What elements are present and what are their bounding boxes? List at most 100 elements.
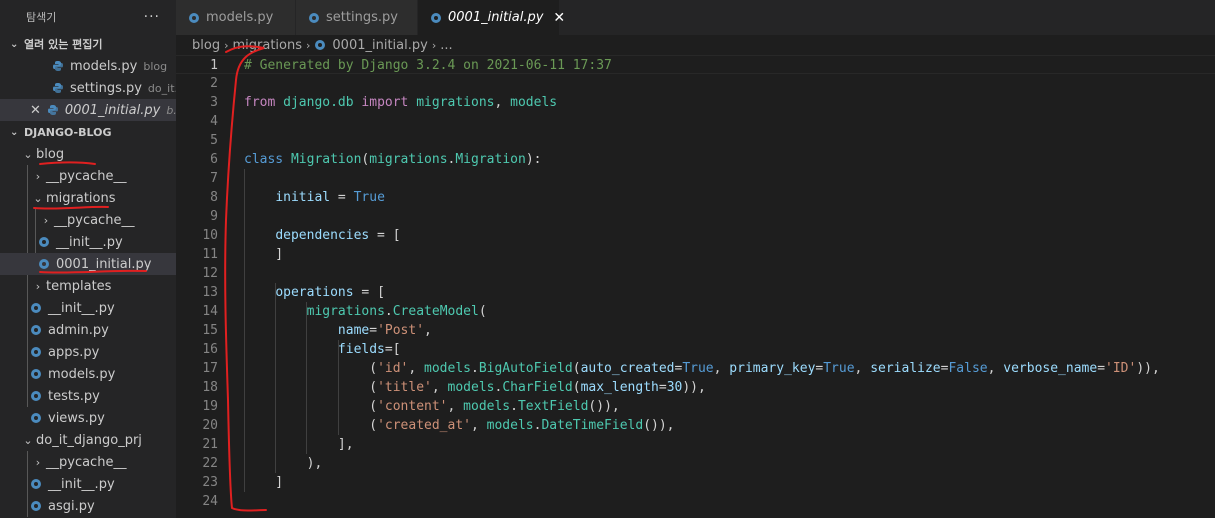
tree-file-tests[interactable]: tests.py (0, 385, 176, 407)
chevron-right-icon: › (224, 38, 229, 52)
more-actions-icon[interactable]: ··· (144, 9, 160, 25)
close-icon[interactable]: ✕ (30, 103, 41, 118)
breadcrumb-item[interactable]: migrations (232, 38, 302, 53)
chevron-down-icon: ⌄ (10, 126, 19, 138)
tree-file-init[interactable]: __init__.py (0, 231, 176, 253)
python-file-icon (47, 105, 58, 115)
chevron-right-icon: › (35, 169, 41, 183)
tree-file-0001-initial[interactable]: 0001_initial.py (0, 253, 176, 275)
python-file-icon (315, 40, 326, 50)
code-line[interactable]: 8 initial = True (176, 188, 1215, 207)
breadcrumb-item[interactable]: 0001_initial.py (332, 38, 427, 53)
tree-file-init[interactable]: __init__.py (0, 473, 176, 495)
code-line[interactable]: 11 ] (176, 245, 1215, 264)
project-section[interactable]: ⌄ DJANGO-BLOG (0, 121, 176, 143)
line-number: 17 (202, 361, 218, 376)
project-title: DJANGO-BLOG (24, 125, 112, 139)
line-number: 8 (210, 190, 218, 205)
code-line[interactable]: 7 (176, 169, 1215, 188)
file-tree: ⌄ blog › __pycache__ ⌄ migrations › __py… (0, 143, 176, 517)
line-number: 22 (202, 456, 218, 471)
indent-guide (337, 340, 339, 435)
line-number: 15 (202, 323, 218, 338)
line-number: 7 (210, 171, 218, 186)
code-text: dependencies = [ (275, 228, 401, 243)
chevron-right-icon: › (43, 213, 49, 227)
chevron-down-icon: ⌄ (33, 191, 43, 205)
code-line[interactable]: 4 (176, 112, 1215, 131)
python-file-icon (31, 369, 41, 379)
code-line[interactable]: 17 ('id', models.BigAutoField(auto_creat… (176, 359, 1215, 378)
python-file-icon (31, 303, 41, 313)
chevron-right-icon: › (35, 455, 41, 469)
tree-folder-prj[interactable]: ⌄ do_it_django_prj (0, 429, 176, 451)
open-editors-title: 열려 있는 편집기 (24, 38, 103, 51)
python-file-icon (39, 259, 49, 269)
code-line[interactable]: 24 (176, 492, 1215, 511)
code-line[interactable]: 23 ] (176, 473, 1215, 492)
line-number: 6 (210, 152, 218, 167)
code-line[interactable]: 15 name='Post', (176, 321, 1215, 340)
open-editor-item[interactable]: models.py blog (0, 55, 176, 77)
code-line[interactable]: 1 # Generated by Django 3.2.4 on 2021-06-… (176, 55, 1215, 74)
tab-settings[interactable]: settings.py (296, 0, 418, 35)
code-editor[interactable]: 1 # Generated by Django 3.2.4 on 2021-06-… (176, 55, 1215, 518)
tree-folder-pycache[interactable]: › __pycache__ (0, 209, 176, 231)
tree-folder-templates[interactable]: › templates (0, 275, 176, 297)
breadcrumb-item[interactable]: ... (440, 38, 452, 53)
line-number: 2 (210, 76, 218, 91)
tree-folder-pycache[interactable]: › __pycache__ (0, 165, 176, 187)
code-line[interactable]: 9 (176, 207, 1215, 226)
code-text: ('title', models.CharField(max_length=30… (244, 380, 706, 395)
tab-0001-initial[interactable]: 0001_initial.py ✕ (418, 0, 565, 35)
explorer-sidebar: 탐색기 ··· ⌄ 열려 있는 편집기 models.py blog setti… (0, 0, 176, 518)
tree-file-init[interactable]: __init__.py (0, 297, 176, 319)
tree-folder-blog[interactable]: ⌄ blog (0, 143, 176, 165)
tree-file-models[interactable]: models.py (0, 363, 176, 385)
chevron-right-icon: › (35, 279, 41, 293)
line-number: 14 (202, 304, 218, 319)
code-text: migrations.CreateModel( (306, 304, 487, 319)
tree-file-apps[interactable]: apps.py (0, 341, 176, 363)
line-number: 18 (202, 380, 218, 395)
tree-file-asgi[interactable]: asgi.py (0, 495, 176, 517)
code-line[interactable]: 5 (176, 131, 1215, 150)
chevron-down-icon: ⌄ (10, 38, 19, 50)
indent-guide (306, 302, 308, 454)
open-editors-section[interactable]: ⌄ 열려 있는 편집기 (0, 33, 176, 55)
code-line[interactable]: 6 class Migration(migrations.Migration): (176, 150, 1215, 169)
code-text: initial = True (275, 190, 385, 205)
tree-file-admin[interactable]: admin.py (0, 319, 176, 341)
tree-folder-migrations[interactable]: ⌄ migrations (0, 187, 176, 209)
breadcrumb-item[interactable]: blog (192, 38, 220, 53)
code-text: ] (244, 475, 284, 490)
code-line[interactable]: 19 ('content', models.TextField()), (176, 397, 1215, 416)
open-editor-name: 0001_initial.py (64, 102, 161, 118)
code-text: ('id', models.BigAutoField(auto_created=… (244, 361, 1160, 376)
indent-guide (244, 169, 245, 492)
line-number: 20 (202, 418, 218, 433)
code-text: ), (244, 456, 323, 471)
close-icon[interactable]: ✕ (553, 10, 565, 26)
code-line[interactable]: 14 migrations.CreateModel( (176, 302, 1215, 321)
line-number: 1 (210, 58, 218, 73)
code-line[interactable]: 10 dependencies = [ (176, 226, 1215, 245)
code-line[interactable]: 16 fields=[ (176, 340, 1215, 359)
open-editor-name: models.py (70, 58, 138, 74)
code-line[interactable]: 22 ), (176, 454, 1215, 473)
code-line[interactable]: 20 ('created_at', models.DateTimeField()… (176, 416, 1215, 435)
code-line[interactable]: 18 ('title', models.CharField(max_length… (176, 378, 1215, 397)
python-file-icon (31, 413, 41, 423)
open-editor-item-active[interactable]: ✕ 0001_initial.py b... (0, 99, 176, 121)
code-line[interactable]: 12 (176, 264, 1215, 283)
python-file-icon (309, 12, 319, 23)
code-line[interactable]: 2 (176, 74, 1215, 93)
code-line[interactable]: 3 from django.db import migrations, model… (176, 93, 1215, 112)
open-editor-item[interactable]: settings.py do_it... (0, 77, 176, 99)
code-line[interactable]: 21 ], (176, 435, 1215, 454)
tab-models[interactable]: models.py (176, 0, 296, 35)
tree-file-views[interactable]: views.py (0, 407, 176, 429)
code-line[interactable]: 13 operations = [ (176, 283, 1215, 302)
code-text: fields=[ (337, 342, 401, 357)
tree-folder-pycache[interactable]: › __pycache__ (0, 451, 176, 473)
